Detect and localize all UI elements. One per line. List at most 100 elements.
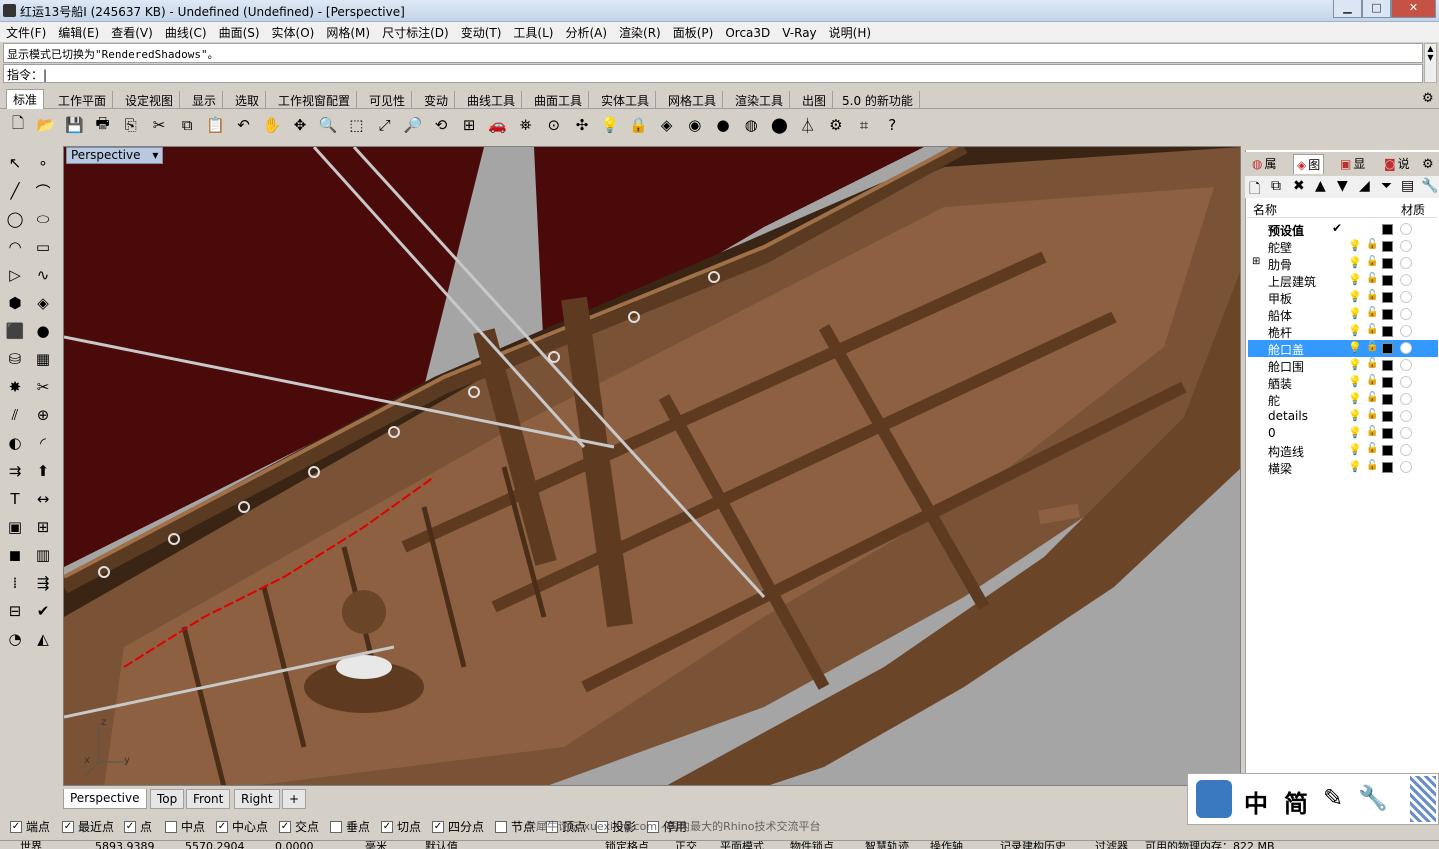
tools-icon[interactable]: ▤ (1401, 178, 1414, 194)
move-up-icon[interactable]: ▲ (1315, 178, 1326, 194)
grid-icon[interactable]: ⌗ (852, 113, 876, 137)
four-view-icon[interactable]: ⊞ (457, 113, 481, 137)
properties-tab[interactable]: ◍ 属 (1249, 154, 1280, 174)
toolbar-tab[interactable]: 工作视窗配置 (272, 91, 358, 109)
layer-material-icon[interactable] (1400, 274, 1412, 286)
layer-visible-icon[interactable]: 💡 (1348, 307, 1362, 320)
cplane-icon[interactable]: ⊙ (542, 113, 566, 137)
layer-row[interactable]: 舾装 💡 🔓 (1248, 374, 1438, 391)
layer-lock-icon[interactable]: 🔓 (1366, 375, 1378, 386)
layer-visible-icon[interactable]: 💡 (1348, 392, 1362, 405)
import-icon[interactable]: ⎘ (119, 113, 143, 137)
layer-lock-icon[interactable]: 🔓 (1366, 324, 1378, 335)
menu-item[interactable]: V-Ray (776, 24, 822, 40)
cylinder-icon[interactable]: ⛁ (2, 346, 28, 372)
osnap-option[interactable]: ✓ 切点 (381, 818, 421, 835)
layer-material-icon[interactable] (1400, 308, 1412, 320)
osnap-option[interactable]: 垂点 (330, 818, 370, 835)
check-icon[interactable]: ✔ (30, 598, 56, 624)
layer-lock-icon[interactable]: 🔓 (1366, 273, 1378, 284)
render-icon[interactable]: ⬤ (767, 113, 791, 137)
color-icon[interactable]: ◉ (683, 113, 707, 137)
layer-color-swatch[interactable] (1382, 309, 1393, 320)
menu-item[interactable]: 查看(V) (105, 22, 159, 41)
osnap-checkbox[interactable] (165, 820, 177, 833)
zoom-window-icon[interactable]: ⬚ (344, 113, 368, 137)
brush-icon[interactable]: ✎ (1323, 784, 1343, 812)
viewport-title[interactable]: Perspective ▾ (66, 147, 164, 164)
cut-icon[interactable]: ✂ (147, 113, 171, 137)
ime-chinese-mode[interactable]: 中 (1244, 784, 1268, 819)
status-field[interactable]: 可用的物理内存：822 MB (1145, 841, 1275, 849)
delete-layer-icon[interactable]: ✖ (1293, 178, 1305, 194)
render-icon[interactable]: ◭ (30, 626, 56, 652)
command-line[interactable]: 指令：| (3, 64, 1423, 83)
status-field[interactable]: 默认值 (425, 841, 458, 849)
layer-lock-icon[interactable]: 🔓 (1366, 307, 1378, 318)
toolbar-tab[interactable]: 可见性 (363, 91, 413, 109)
loft-icon[interactable]: ◈ (30, 290, 56, 316)
layer-color-swatch[interactable] (1382, 428, 1393, 439)
ungroup-icon[interactable]: ⊟ (2, 598, 28, 624)
osnap-checkbox[interactable]: ✓ (124, 820, 136, 833)
rotate-view-icon[interactable]: ⟲ (429, 113, 453, 137)
layer-visible-icon[interactable]: 💡 (1348, 426, 1362, 439)
named-view-icon[interactable]: ⛯ (514, 113, 538, 137)
status-field[interactable]: 平面模式 (720, 841, 764, 849)
osnap-checkbox[interactable]: ✓ (381, 820, 393, 833)
layer-material-icon[interactable] (1400, 410, 1412, 422)
status-field[interactable]: 操作轴 (930, 841, 963, 849)
display-tab[interactable]: ▣ 显 (1337, 154, 1368, 174)
gear-icon[interactable]: ⚙ (1422, 91, 1434, 106)
layer-lock-icon[interactable]: 🔓 (1366, 443, 1378, 454)
box-icon[interactable]: ⬛ (2, 318, 28, 344)
text-icon[interactable]: T (2, 486, 28, 512)
minimize-button[interactable]: ▁ (1333, 0, 1362, 18)
toolbar-tab[interactable]: 实体工具 (595, 91, 657, 109)
layer-icon[interactable]: ◈ (655, 113, 679, 137)
menu-item[interactable]: Orca3D (719, 24, 776, 40)
layer-color-swatch[interactable] (1382, 462, 1393, 473)
layer-color-swatch[interactable] (1382, 326, 1393, 337)
layer-row[interactable]: 构造线 💡 🔓 (1248, 442, 1438, 459)
menu-item[interactable]: 曲线(C) (159, 22, 213, 41)
block-icon[interactable]: ⊞ (30, 514, 56, 540)
layer-visible-icon[interactable]: 💡 (1348, 460, 1362, 473)
layer-row[interactable]: 舵 💡 🔓 (1248, 391, 1438, 408)
zoom-icon[interactable]: 🔍 (316, 113, 340, 137)
osnap-option[interactable]: ✓ 端点 (10, 818, 50, 835)
viewport-tab[interactable]: Perspective (63, 789, 147, 809)
layer-material-icon[interactable] (1400, 393, 1412, 405)
layer-visible-icon[interactable]: 💡 (1348, 443, 1362, 456)
osnap-option[interactable]: ✓ 中心点 (216, 818, 268, 835)
menu-item[interactable]: 曲面(S) (213, 22, 266, 41)
layer-material-icon[interactable] (1400, 240, 1412, 252)
layer-visible-icon[interactable]: 💡 (1348, 273, 1362, 286)
menu-item[interactable]: 尺寸标注(D) (376, 22, 455, 41)
command-input[interactable]: | (43, 68, 47, 82)
osnap-option[interactable]: ✓ 最近点 (62, 818, 114, 835)
osnap-checkbox[interactable]: ✓ (62, 820, 74, 833)
osnap-option[interactable]: ✓ 四分点 (432, 818, 484, 835)
layer-visible-icon[interactable]: 💡 (1348, 290, 1362, 303)
perspective-viewport[interactable]: z x y (63, 146, 1241, 786)
menu-item[interactable]: 渲染(R) (613, 22, 667, 41)
ime-logo-icon[interactable] (1196, 780, 1232, 818)
layer-row[interactable]: 甲板 💡 🔓 (1248, 289, 1438, 306)
layer-row[interactable]: 桅杆 💡 🔓 (1248, 323, 1438, 340)
menu-item[interactable]: 网格(M) (320, 22, 376, 41)
layer-material-icon[interactable] (1400, 291, 1412, 303)
toolbar-tab[interactable]: 变动 (418, 91, 456, 109)
layer-color-swatch[interactable] (1382, 360, 1393, 371)
add-viewport-tab[interactable]: + (282, 789, 307, 809)
layer-color-swatch[interactable] (1382, 258, 1393, 269)
layer-color-swatch[interactable] (1382, 445, 1393, 456)
split-icon[interactable]: ⫽ (2, 402, 28, 428)
layer-lock-icon[interactable]: 🔓 (1366, 290, 1378, 301)
layer-lock-icon[interactable]: 🔓 (1366, 409, 1378, 420)
layer-color-swatch[interactable] (1382, 241, 1393, 252)
zoom-selected-icon[interactable]: 🔎 (401, 113, 425, 137)
toolbar-tab[interactable]: 出图 (796, 91, 834, 109)
layers-tab[interactable]: ◈ 图 (1293, 154, 1325, 174)
status-field[interactable]: 锁定格点 (605, 841, 649, 849)
